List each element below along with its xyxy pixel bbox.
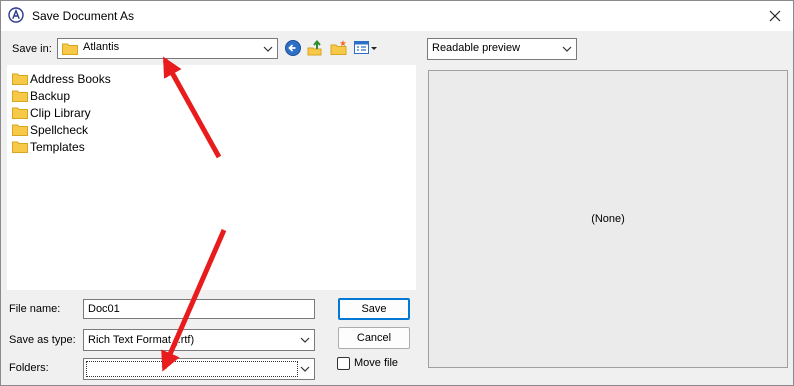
focus-rect bbox=[86, 361, 298, 377]
list-item[interactable]: Templates bbox=[12, 138, 85, 155]
folder-icon bbox=[12, 124, 28, 136]
view-menu-icon[interactable] bbox=[353, 39, 379, 57]
folder-name: Spellcheck bbox=[30, 122, 89, 137]
chevron-down-icon bbox=[263, 46, 273, 52]
file-name-label: File name: bbox=[9, 303, 61, 315]
save-in-label: Save in: bbox=[12, 43, 52, 55]
chevron-down-icon bbox=[300, 366, 310, 372]
folder-icon bbox=[12, 141, 28, 153]
folder-name: Address Books bbox=[30, 71, 111, 86]
list-item[interactable]: Address Books bbox=[12, 70, 111, 87]
list-item[interactable]: Clip Library bbox=[12, 104, 91, 121]
back-icon[interactable] bbox=[284, 39, 302, 57]
window-title: Save Document As bbox=[32, 9, 135, 23]
chevron-down-icon bbox=[300, 337, 310, 343]
folder-icon bbox=[12, 90, 28, 102]
folder-name: Backup bbox=[30, 88, 71, 103]
folder-list[interactable]: Address Books Backup Clip Library Spellc… bbox=[7, 65, 416, 290]
close-button[interactable] bbox=[757, 1, 793, 31]
save-document-dialog: Save Document As Save in: Atlantis Reada bbox=[0, 0, 794, 386]
save-button[interactable]: Save bbox=[338, 298, 410, 320]
file-name-input[interactable] bbox=[83, 299, 315, 319]
save-as-type-label: Save as type: bbox=[9, 334, 76, 346]
folder-icon bbox=[12, 73, 28, 85]
folders-dropdown[interactable] bbox=[83, 358, 315, 380]
preview-panel: (None) bbox=[428, 70, 788, 368]
save-as-type-value: Rich Text Format (.rtf) bbox=[88, 334, 195, 346]
preview-mode-value: Readable preview bbox=[432, 42, 521, 54]
folder-icon bbox=[62, 43, 78, 55]
cancel-button[interactable]: Cancel bbox=[338, 327, 410, 349]
list-item[interactable]: Spellcheck bbox=[12, 121, 88, 138]
save-in-value: Atlantis bbox=[83, 41, 120, 53]
chevron-down-icon bbox=[562, 46, 572, 52]
save-in-dropdown[interactable]: Atlantis bbox=[57, 38, 278, 59]
folder-name: Clip Library bbox=[30, 105, 91, 120]
app-icon bbox=[8, 7, 24, 23]
folder-name: Templates bbox=[30, 139, 85, 154]
up-folder-icon[interactable] bbox=[306, 39, 324, 57]
preview-mode-dropdown[interactable]: Readable preview bbox=[427, 38, 577, 60]
folders-label: Folders: bbox=[9, 362, 49, 374]
move-file-label: Move file bbox=[354, 357, 399, 369]
save-as-type-dropdown[interactable]: Rich Text Format (.rtf) bbox=[83, 329, 315, 351]
preview-content: (None) bbox=[591, 213, 625, 225]
move-file-checkbox[interactable] bbox=[337, 357, 350, 370]
new-folder-icon[interactable] bbox=[330, 39, 348, 57]
folder-icon bbox=[12, 107, 28, 119]
list-item[interactable]: Backup bbox=[12, 87, 70, 104]
title-bar: Save Document As bbox=[1, 1, 793, 31]
close-icon bbox=[769, 10, 781, 22]
